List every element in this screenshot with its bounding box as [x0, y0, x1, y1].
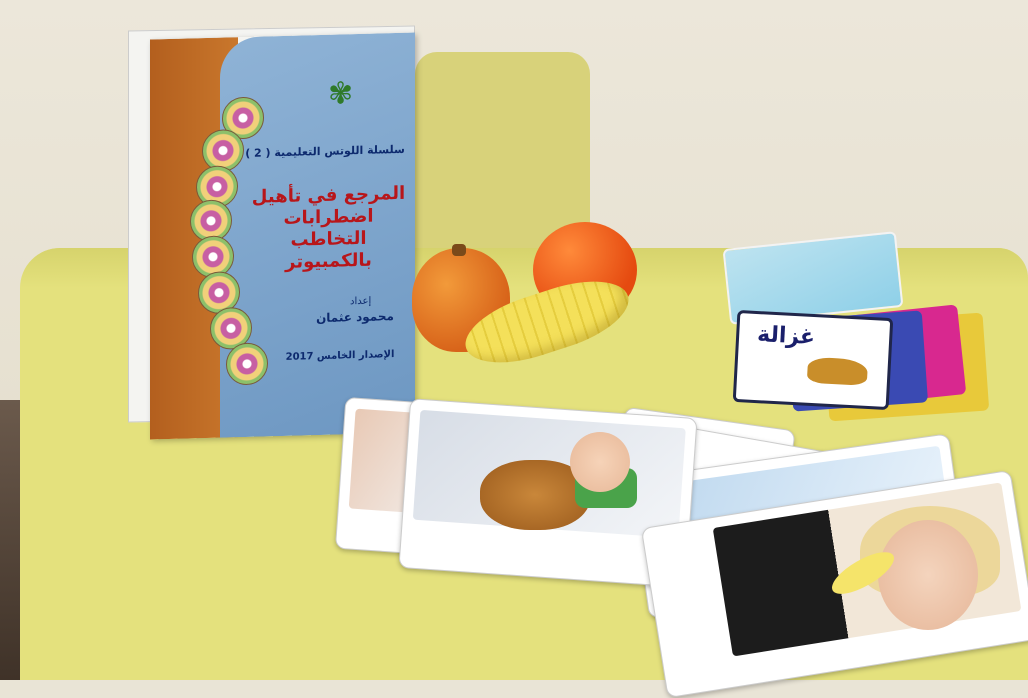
book-title-line3: بالكمبيوتر: [285, 249, 372, 273]
book-cover: ✾ سلسلة اللوتس التعليمية ( 2 ) المرجع في…: [150, 32, 415, 440]
gazelle-card: غزالة: [732, 309, 894, 411]
book-prepared-by: إعداد: [350, 295, 372, 308]
book-author: محمود عثمان: [316, 309, 394, 326]
gazelle-word: غزالة: [756, 322, 816, 351]
palm-logo-icon: ✾: [328, 76, 354, 112]
woman-face-image: [878, 520, 978, 630]
book-title-line1: المرجع في تأهيل: [251, 182, 406, 208]
book-title-line2: اضطرابات التخاطب: [283, 205, 374, 251]
baby-face-image: [570, 432, 630, 492]
pumpkin-stem: [452, 244, 466, 256]
book-title: المرجع في تأهيل اضطرابات التخاطب بالكمبي…: [246, 183, 411, 275]
gazelle-image: [806, 356, 869, 386]
